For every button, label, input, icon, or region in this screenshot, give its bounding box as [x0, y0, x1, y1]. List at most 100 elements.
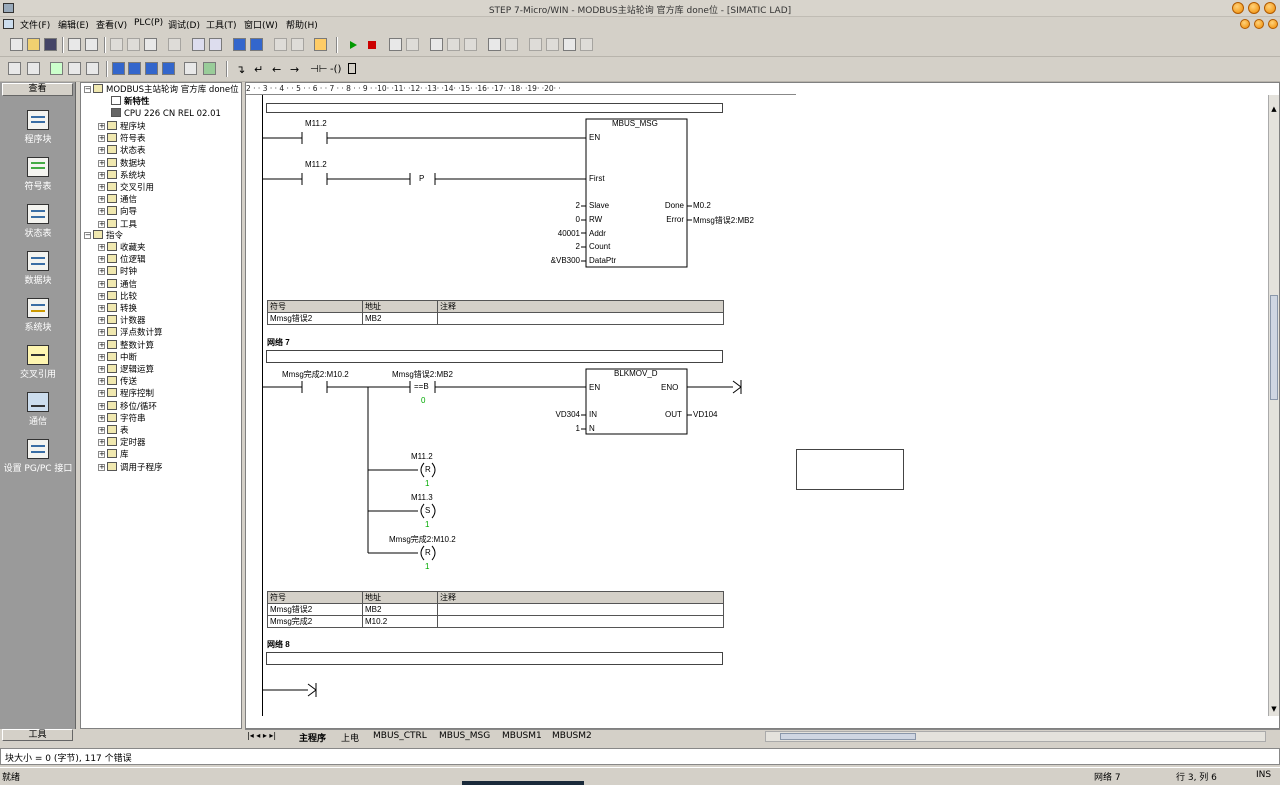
- nav-cross-reference[interactable]: 交叉引用: [0, 345, 76, 380]
- tree-instruction-item[interactable]: + 字符串: [98, 412, 146, 425]
- expand-icon[interactable]: +: [98, 329, 105, 337]
- cut-icon[interactable]: [110, 38, 123, 51]
- expand-icon[interactable]: +: [98, 135, 105, 143]
- expand-icon[interactable]: +: [98, 184, 105, 191]
- doc-minimize-button[interactable]: [1240, 19, 1250, 29]
- expand-icon[interactable]: +: [98, 256, 105, 264]
- expand-icon[interactable]: +: [98, 366, 105, 373]
- force-icon[interactable]: [488, 38, 501, 51]
- read-forced-icon[interactable]: [563, 38, 576, 51]
- tree-instructions[interactable]: − 指令: [84, 230, 123, 242]
- expand-icon[interactable]: +: [98, 268, 105, 276]
- expand-icon[interactable]: +: [98, 171, 105, 179]
- editor-hscroll-thumb[interactable]: [780, 733, 916, 740]
- tree-instruction-item[interactable]: + 比较: [98, 290, 137, 303]
- left-line-icon[interactable]: ←: [272, 64, 281, 75]
- document-icon[interactable]: [3, 19, 14, 29]
- copy-icon[interactable]: [127, 38, 140, 51]
- paste-icon[interactable]: [144, 38, 157, 51]
- expand-icon[interactable]: +: [98, 463, 105, 471]
- nav-data-block[interactable]: 数据块: [0, 251, 76, 286]
- nav-system-block[interactable]: 系统块: [0, 298, 76, 333]
- tab-power-on[interactable]: 上电: [341, 731, 359, 744]
- tree-project-item[interactable]: + 通信: [98, 194, 137, 206]
- insert-network-icon[interactable]: [8, 62, 21, 75]
- network8-title[interactable]: 网络 8: [267, 639, 290, 650]
- expand-icon[interactable]: +: [98, 439, 105, 447]
- tree-instruction-item[interactable]: + 中断: [98, 351, 137, 364]
- save-icon[interactable]: [44, 38, 57, 51]
- tree-project-item[interactable]: + 符号表: [98, 133, 146, 145]
- menu-help[interactable]: 帮助(H): [286, 18, 318, 31]
- tree-instruction-item[interactable]: + 转换: [98, 303, 137, 315]
- menu-debug[interactable]: 调试(D): [168, 18, 200, 31]
- tree-instruction-item[interactable]: + 定时器: [98, 437, 146, 449]
- nav-set-pg-pc-interface[interactable]: 设置 PG/PC 接口: [0, 439, 76, 474]
- menu-tools[interactable]: 工具(T): [206, 18, 237, 31]
- tree-instruction-item[interactable]: + 整数计算: [98, 339, 154, 352]
- blkmov-val-out[interactable]: VD104: [693, 410, 717, 419]
- contact-icon[interactable]: ⊣⊢: [310, 65, 327, 75]
- tree-project-item[interactable]: + 向导: [98, 206, 137, 218]
- prev-bookmark-icon[interactable]: [145, 62, 158, 75]
- tree-instruction-item[interactable]: + 程序控制: [98, 388, 154, 400]
- blkmov-val-n[interactable]: 1: [556, 424, 580, 433]
- print-icon[interactable]: [68, 38, 81, 51]
- up-line-icon[interactable]: ↵: [254, 64, 263, 75]
- right-line-icon[interactable]: →: [290, 64, 299, 75]
- mbus-msg-block-title[interactable]: MBUS_MSG: [612, 119, 658, 128]
- floating-window[interactable]: [796, 449, 904, 490]
- menu-view[interactable]: 查看(V): [96, 18, 127, 31]
- box-icon[interactable]: [348, 63, 356, 74]
- tree-new-features[interactable]: 新特性: [111, 96, 150, 108]
- network7-title[interactable]: 网络 7: [267, 337, 290, 348]
- compile-all-icon[interactable]: [209, 38, 222, 51]
- tree-project-item[interactable]: + 工具: [98, 218, 137, 231]
- unlock-icon[interactable]: [546, 38, 559, 51]
- menu-plc[interactable]: PLC(P): [134, 18, 163, 28]
- expand-icon[interactable]: +: [98, 244, 105, 251]
- undo-icon[interactable]: [168, 38, 181, 51]
- expand-icon[interactable]: +: [98, 414, 105, 422]
- bookmark-icon[interactable]: [112, 62, 125, 75]
- val-dataptr[interactable]: &VB300: [540, 256, 580, 265]
- sort-asc-icon[interactable]: [274, 38, 287, 51]
- pause-status-icon[interactable]: [406, 38, 419, 51]
- tab-mbus-ctrl[interactable]: MBUS_CTRL: [373, 731, 427, 741]
- tree-instruction-item[interactable]: + 通信: [98, 278, 137, 291]
- val-error[interactable]: Mmsg错误2:MB2: [693, 215, 754, 226]
- symbol-table-icon[interactable]: [184, 62, 197, 75]
- tree-root[interactable]: − MODBUS主站轮询 官方库 done位: [84, 84, 239, 96]
- val-count[interactable]: 2: [556, 242, 580, 251]
- nav-communication[interactable]: 通信: [0, 392, 76, 427]
- tree-cpu[interactable]: CPU 226 CN REL 02.01: [111, 108, 221, 120]
- navigation-footer[interactable]: 工具: [2, 729, 73, 741]
- close-button[interactable]: [1264, 2, 1276, 14]
- tree-instruction-item[interactable]: + 逻辑运算: [98, 364, 154, 376]
- tree-instruction-item[interactable]: + 库: [98, 449, 129, 461]
- tab-mbus-msg[interactable]: MBUS_MSG: [439, 731, 490, 741]
- print-preview-icon[interactable]: [85, 38, 98, 51]
- toggle-comments-icon[interactable]: [68, 62, 81, 75]
- tree-instruction-item[interactable]: + 时钟: [98, 266, 137, 278]
- blkmov-val-in[interactable]: VD304: [546, 410, 580, 419]
- program-status-icon[interactable]: [389, 38, 402, 51]
- scroll-down-arrow[interactable]: ▼: [1270, 705, 1278, 713]
- expand-icon[interactable]: +: [98, 196, 105, 204]
- expand-icon[interactable]: +: [98, 292, 105, 300]
- tree-project-item[interactable]: + 系统块: [98, 169, 146, 182]
- expand-icon[interactable]: +: [98, 341, 105, 349]
- open-file-icon[interactable]: [27, 38, 40, 51]
- new-file-icon[interactable]: [10, 38, 23, 51]
- toggle-symbols-icon[interactable]: [86, 62, 99, 75]
- scroll-up-arrow[interactable]: ▲: [1270, 105, 1278, 113]
- remove-bookmarks-icon[interactable]: [162, 62, 175, 75]
- compile-icon[interactable]: [192, 38, 205, 51]
- coil-icon[interactable]: -(): [330, 65, 341, 75]
- expand-icon[interactable]: +: [98, 402, 105, 410]
- blkmov-block-title[interactable]: BLKMOV_D: [614, 369, 658, 378]
- tree-instruction-item[interactable]: + 表: [98, 425, 129, 437]
- contact1-label[interactable]: M11.2: [305, 119, 327, 128]
- stop-icon[interactable]: [368, 41, 376, 49]
- navigation-header[interactable]: 查看: [2, 83, 73, 96]
